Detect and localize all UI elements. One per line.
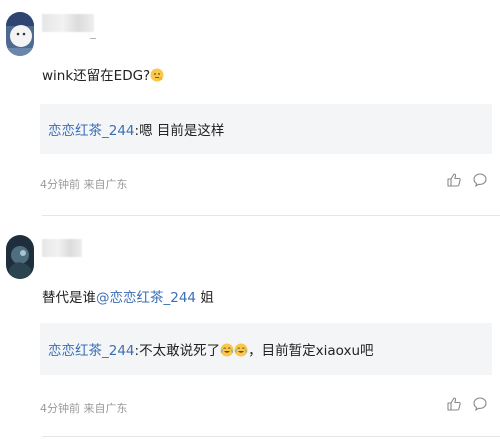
thinking-emoji-icon bbox=[150, 68, 164, 82]
reply-text: 不太敢说死了 bbox=[139, 343, 221, 359]
comment-icon[interactable] bbox=[472, 396, 488, 412]
reply-text: 嗯 目前是这样 bbox=[139, 123, 225, 139]
comment-content: 替代是谁@恋恋红茶_244 姐 bbox=[42, 286, 214, 306]
comment-text: wink还留在EDG? bbox=[42, 68, 151, 84]
comment-icon[interactable] bbox=[472, 172, 488, 188]
comment-meta: 4分钟前 来自广东 bbox=[40, 402, 128, 415]
comment-mention[interactable]: @恋恋红茶_244 bbox=[96, 290, 196, 306]
thumbs-up-icon[interactable] bbox=[446, 172, 462, 188]
comment-content: wink还留在EDG? bbox=[42, 64, 164, 84]
username-blurred[interactable] bbox=[42, 14, 94, 32]
comment-divider bbox=[42, 215, 500, 216]
comment-divider bbox=[42, 436, 500, 437]
comment-text: 替代是谁 bbox=[42, 290, 96, 306]
reply-text-tail: ，目前暂定xiaoxu吧 bbox=[248, 343, 374, 359]
thumbs-up-icon[interactable] bbox=[446, 396, 462, 412]
reply-box[interactable]: 恋恋红茶_244:嗯 目前是这样 bbox=[40, 104, 492, 154]
avatar[interactable] bbox=[6, 12, 34, 56]
comment-actions bbox=[446, 396, 488, 412]
comment-text-suffix: 姐 bbox=[196, 290, 214, 306]
reply-username[interactable]: 恋恋红茶_244 bbox=[48, 123, 135, 139]
reply-box[interactable]: 恋恋红茶_244:不太敢说死了 ，目前暂定xiaoxu吧 bbox=[40, 323, 492, 375]
joy-emoji-icon bbox=[234, 343, 248, 357]
comment-meta: 4分钟前 来自广东 bbox=[40, 178, 128, 191]
username-suffix: _ bbox=[90, 25, 96, 39]
avatar[interactable] bbox=[6, 235, 34, 279]
comment-actions bbox=[446, 172, 488, 188]
reply-username[interactable]: 恋恋红茶_244 bbox=[48, 343, 135, 359]
username-blurred[interactable] bbox=[42, 239, 82, 257]
joy-emoji-icon bbox=[220, 343, 234, 357]
